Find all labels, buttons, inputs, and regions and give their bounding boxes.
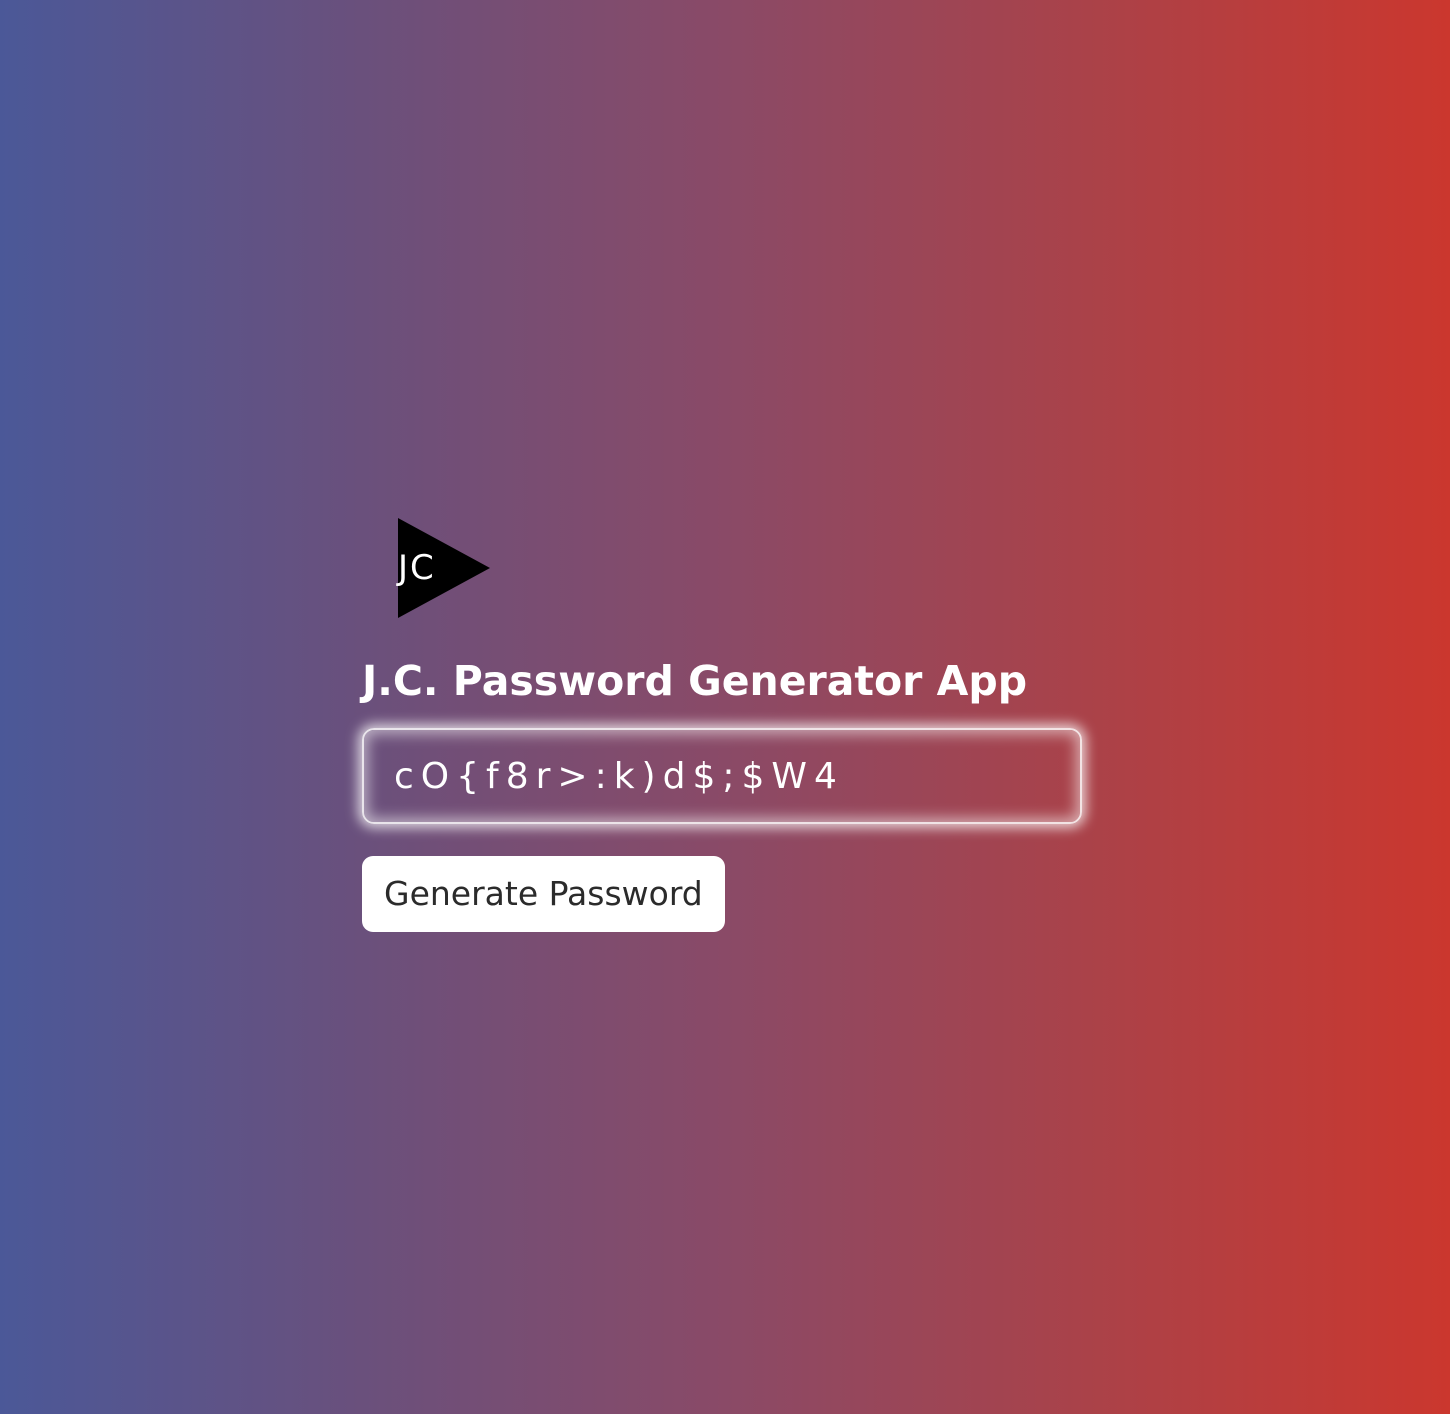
- generate-password-button[interactable]: Generate Password: [362, 856, 725, 932]
- password-display[interactable]: cO{f8r>:k)d$;$W4: [362, 728, 1082, 824]
- page-title: J.C. Password Generator App: [362, 657, 1028, 705]
- logo-text: JC: [398, 548, 436, 588]
- password-value: cO{f8r>:k)d$;$W4: [394, 755, 844, 797]
- app-container: JC J.C. Password Generator App cO{f8r>:k…: [362, 518, 1082, 932]
- jc-logo: JC: [398, 518, 490, 618]
